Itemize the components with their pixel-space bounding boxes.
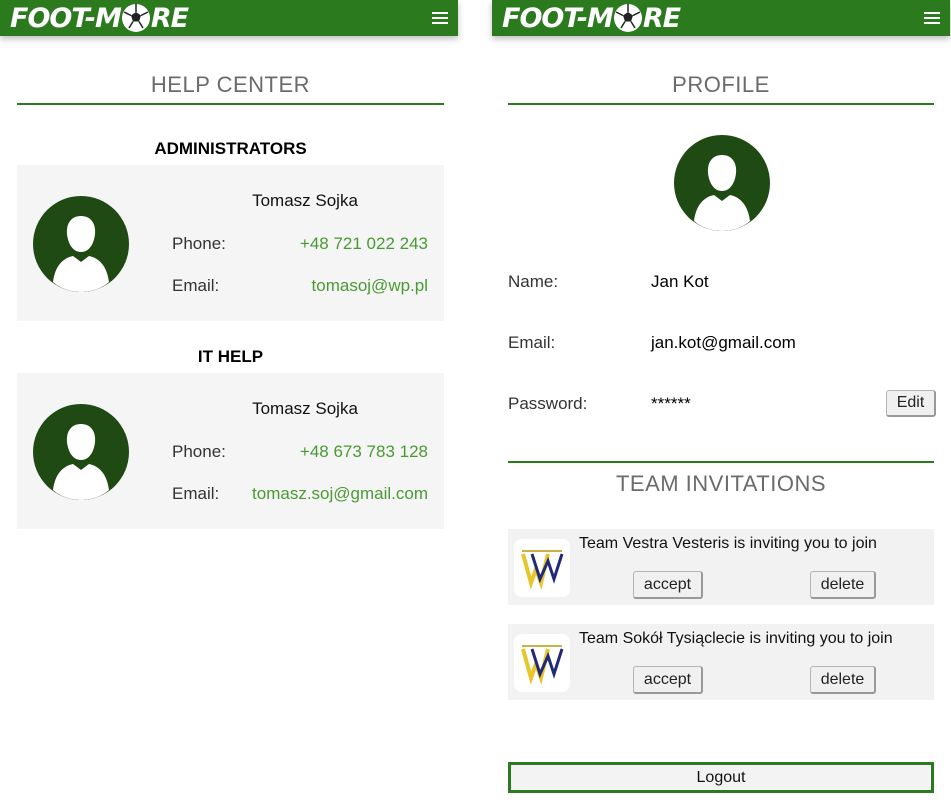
accept-button[interactable]: accept (633, 571, 703, 599)
logo-text-start: FOOT-M (10, 2, 122, 34)
team-logo-icon (514, 539, 570, 597)
section-heading-administrators: ADMINISTRATORS (154, 139, 307, 158)
hamburger-menu-icon[interactable] (924, 12, 940, 24)
logout-button[interactable]: Logout (508, 762, 934, 793)
name-label: Name: (508, 272, 559, 291)
edit-profile-button[interactable]: Edit (886, 390, 936, 417)
hamburger-menu-icon[interactable] (432, 12, 448, 24)
title-divider (17, 103, 444, 105)
email-link[interactable]: tomasoj@wp.pl (312, 276, 428, 296)
contact-card-it-help: Tomasz Sojka Phone: +48 673 783 128 Emai… (17, 373, 444, 529)
soccer-ball-icon (613, 3, 643, 33)
logo-text-end: RE (642, 2, 681, 34)
top-bar: FOOT-M RE (0, 0, 458, 36)
help-center-screen: FOOT-M RE HELP CENTER ADMINISTRATORS Tom… (0, 0, 458, 802)
invitation-card: Team Sokół Tysiąclecie is inviting you t… (508, 624, 934, 700)
delete-button[interactable]: delete (810, 666, 876, 694)
top-bar: FOOT-M RE (492, 0, 950, 36)
page-title: HELP CENTER (150, 72, 311, 97)
logo-text-start: FOOT-M (502, 2, 614, 34)
invitation-text: Team Vestra Vesteris is inviting you to … (579, 535, 877, 552)
section-heading-it-help: IT HELP (197, 347, 264, 366)
password-value: ****** (651, 394, 691, 413)
contact-card-administrator: Tomasz Sojka Phone: +48 721 022 243 Emai… (17, 165, 444, 321)
team-invitations-title: TEAM INVITATIONS (615, 471, 827, 496)
name-value: Jan Kot (651, 272, 709, 291)
contact-name: Tomasz Sojka (252, 399, 358, 418)
invitation-card: Team Vestra Vesteris is inviting you to … (508, 529, 934, 605)
app-logo[interactable]: FOOT-M RE (10, 1, 189, 35)
team-logo-icon (514, 634, 570, 692)
phone-link[interactable]: +48 721 022 243 (300, 234, 428, 254)
password-label: Password: (508, 394, 588, 413)
app-logo[interactable]: FOOT-M RE (502, 1, 681, 35)
person-icon (33, 404, 129, 500)
phone-label: Phone: (172, 442, 226, 461)
avatar (33, 196, 129, 292)
person-icon (674, 135, 770, 231)
section-divider (508, 461, 934, 463)
page-title: PROFILE (672, 72, 770, 97)
contact-name: Tomasz Sojka (252, 191, 358, 210)
title-divider (508, 103, 934, 105)
soccer-ball-icon (121, 3, 151, 33)
email-label: Email: (508, 333, 556, 352)
delete-button[interactable]: delete (810, 571, 876, 599)
email-value: jan.kot@gmail.com (651, 333, 796, 352)
person-icon (33, 196, 129, 292)
profile-avatar (674, 135, 770, 231)
email-label: Email: (172, 484, 220, 503)
logo-text-end: RE (150, 2, 189, 34)
phone-label: Phone: (172, 234, 226, 253)
profile-screen: FOOT-M RE PROFILE Name: Jan Kot Email: j… (492, 0, 950, 802)
email-link[interactable]: tomasz.soj@gmail.com (252, 484, 428, 504)
avatar (33, 404, 129, 500)
email-label: Email: (172, 276, 220, 295)
phone-link[interactable]: +48 673 783 128 (300, 442, 428, 462)
accept-button[interactable]: accept (633, 666, 703, 694)
invitation-text: Team Sokół Tysiąclecie is inviting you t… (579, 630, 893, 647)
